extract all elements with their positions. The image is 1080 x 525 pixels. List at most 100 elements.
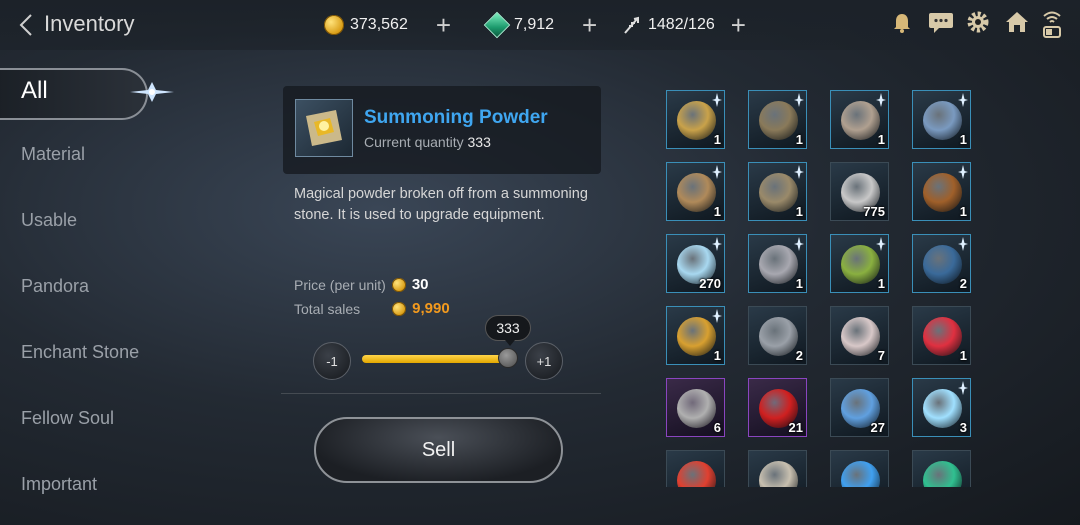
total-value: 9,990 [412,300,450,317]
divider [281,393,601,394]
green-orb-icon [923,461,962,487]
home-icon[interactable] [1004,10,1028,34]
item-count: 1 [795,276,803,291]
price-value: 30 [411,276,429,293]
gear-icon[interactable] [966,10,990,34]
inventory-slot[interactable]: 2 [748,306,807,365]
inventory-slot[interactable]: 2 [912,234,971,293]
gem-amount: 7,912 [514,16,555,33]
item-count: 2 [795,348,803,363]
tab-enchant-stone[interactable]: Enchant Stone [0,322,200,388]
inventory-slot[interactable] [748,450,807,487]
inventory-slot[interactable]: 21 [748,378,807,437]
inventory-slot[interactable]: 1 [748,234,807,293]
inventory-slot[interactable]: 1 [748,162,807,221]
feather-quill-icon [624,16,639,34]
inventory-slot[interactable] [830,450,889,487]
tab-material[interactable]: Material [0,124,200,190]
ring-icon [759,245,798,284]
hammer-icon [923,101,962,140]
tab-important[interactable]: Important [0,454,200,520]
inventory-slot[interactable]: 3 [912,378,971,437]
inventory-slot[interactable]: 1 [666,162,725,221]
sparkle-icon [958,237,968,251]
price-label: Price (per unit) [294,276,386,293]
tab-pandora[interactable]: Pandora [0,256,200,322]
add-gold-button[interactable]: + [436,12,451,38]
inventory-slot[interactable] [912,450,971,487]
page-title: Inventory [44,11,135,36]
sparkle-icon [958,93,968,107]
ring-icon [841,245,880,284]
boots-icon [759,173,798,212]
item-count: 21 [788,420,803,435]
bell-icon[interactable] [890,10,914,34]
tab-label: Pandora [21,276,90,296]
inventory-slot[interactable]: 775 [830,162,889,221]
price-row: Price (per unit) 30 [294,276,429,293]
helmet-icon [841,101,880,140]
increase-button[interactable]: +1 [525,342,563,380]
slider-fill [362,355,510,363]
item-description: Magical powder broken off from a summoni… [294,186,588,223]
inventory-slot[interactable]: 27 [830,378,889,437]
sparkle-icon [712,165,722,179]
sparkle-icon [794,165,804,179]
gold-coin-icon [391,277,406,292]
item-count: 27 [870,420,885,435]
sparkle-icon [130,82,174,102]
feather-amount: 1482/126 [648,16,715,33]
sell-button[interactable]: Sell [314,417,563,483]
item-count: 1 [959,348,967,363]
ring-icon [677,101,716,140]
bracer-icon [677,173,716,212]
item-count: 1 [713,348,721,363]
inventory-slot[interactable]: 1 [912,90,971,149]
feather-icon [841,461,880,487]
inventory-slot[interactable]: 1 [830,234,889,293]
gold-amount: 373,562 [350,16,408,33]
tab-label: All [21,77,48,104]
item-count: 1 [713,132,721,147]
item-count: 1 [795,204,803,219]
top-bar: Inventory 373,562 + 7,912 + 1482/126 + [0,0,1080,50]
item-count: 775 [863,204,885,219]
gem-resource: 7,912 + [483,11,597,39]
quantity-value: 333 [467,134,491,150]
slider-thumb[interactable] [498,348,518,368]
item-count: 270 [699,276,721,291]
sparkle-icon [712,309,722,323]
tab-all[interactable]: All [0,62,200,124]
item-count: 1 [959,132,967,147]
sparkle-icon [876,93,886,107]
total-row: Total sales 9,990 [294,300,450,317]
inventory-slot[interactable]: 1 [912,306,971,365]
inventory-slot[interactable]: 1 [912,162,971,221]
tab-label: Fellow Soul [21,408,115,428]
inventory-slot[interactable]: 1 [830,90,889,149]
item-name: Summoning Powder [364,107,548,128]
inventory-slot[interactable]: 1 [666,90,725,149]
back-arrow-icon[interactable] [16,12,38,38]
spear-icon [923,173,962,212]
sparkle-icon [876,237,886,251]
chat-icon[interactable] [928,10,953,34]
item-count: 1 [877,276,885,291]
item-count: 7 [877,348,885,363]
gold-coin-icon [392,301,407,316]
inventory-slot[interactable] [666,450,725,487]
quantity-slider[interactable] [362,355,510,363]
inventory-slot[interactable]: 270 [666,234,725,293]
inventory-slot[interactable]: 1 [748,90,807,149]
decrease-button[interactable]: -1 [313,342,351,380]
item-count: 2 [959,276,967,291]
inventory-slot[interactable]: 7 [830,306,889,365]
inventory-slot[interactable]: 1 [666,306,725,365]
tab-fellow-soul[interactable]: Fellow Soul [0,388,200,454]
tab-label: Usable [21,210,78,230]
staff-icon [923,245,962,284]
inventory-slot[interactable]: 6 [666,378,725,437]
tab-usable[interactable]: Usable [0,190,200,256]
add-feather-button[interactable]: + [731,12,746,38]
add-gem-button[interactable]: + [582,12,597,38]
